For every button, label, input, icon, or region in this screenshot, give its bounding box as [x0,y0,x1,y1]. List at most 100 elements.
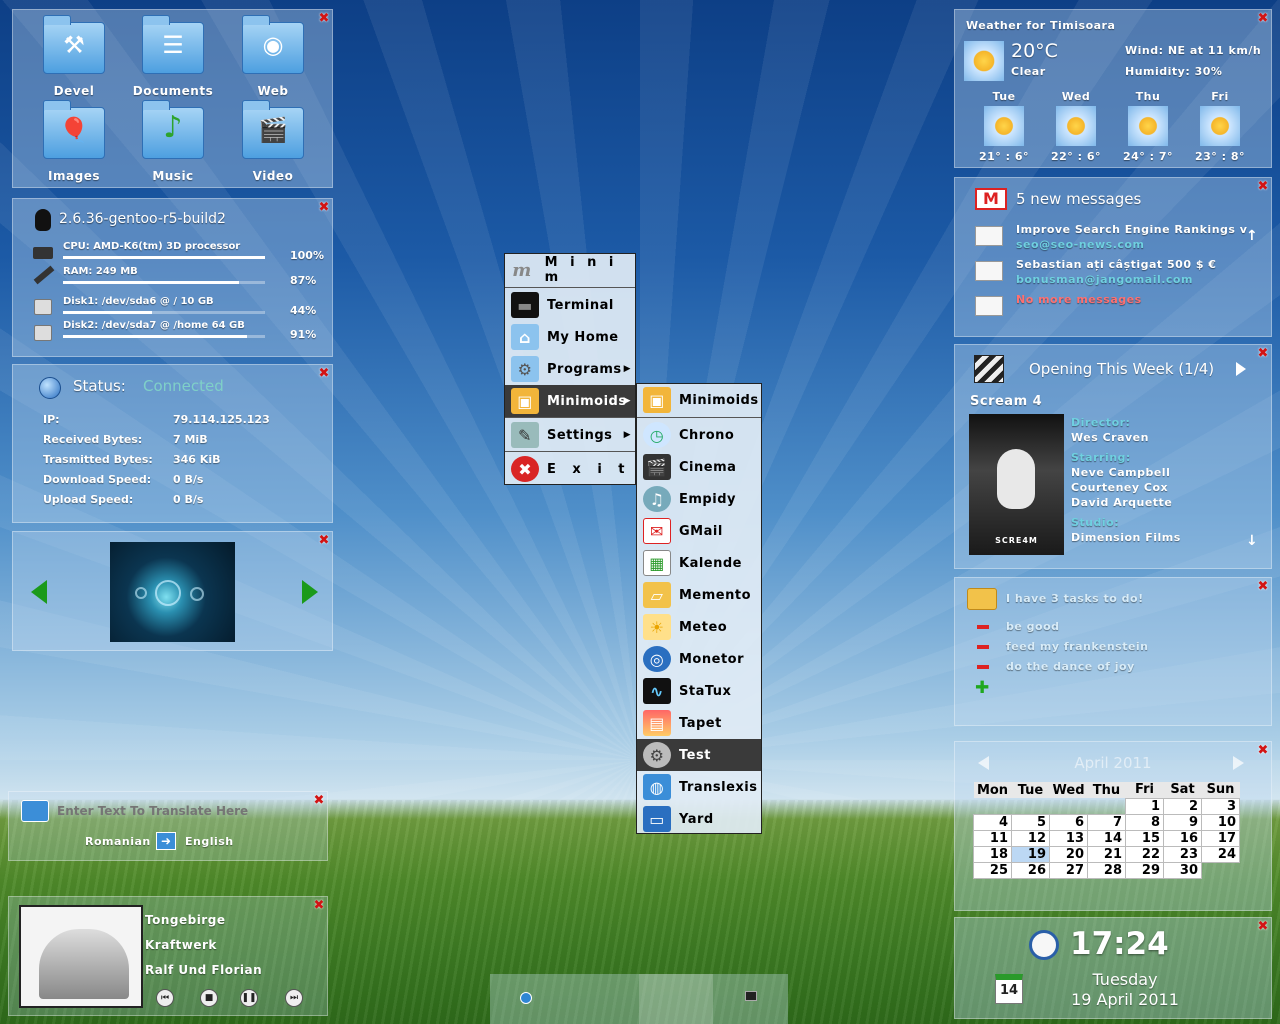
calendar-day[interactable]: 14 [1087,829,1126,847]
calendar-day[interactable]: 7 [1087,813,1126,831]
close-icon[interactable]: ✖ [313,794,325,807]
mail-sender[interactable]: bonusman@jangomail.com [1016,273,1193,286]
menu-item-terminal[interactable]: ▬ Terminal [505,289,635,321]
mail-sender[interactable]: seo@seo-news.com [1016,238,1144,251]
translate-input[interactable] [57,802,307,820]
calendar-day[interactable]: 30 [1163,861,1202,879]
calendar-day[interactable]: 15 [1125,829,1164,847]
close-icon[interactable]: ✖ [318,12,330,25]
menu-item-programs[interactable]: ⚙ Programs ▶ [505,353,635,385]
calendar-day[interactable]: 10 [1201,813,1240,831]
calendar-day[interactable]: 29 [1125,861,1164,879]
task-text[interactable]: do the dance of joy [1006,660,1135,673]
mail-subject[interactable]: Improve Search Engine Rankings v [1016,223,1247,236]
calendar-day[interactable]: 24 [1201,845,1240,863]
scroll-up-icon[interactable]: ↑ [1246,228,1258,244]
task-text[interactable]: be good [1006,620,1060,633]
swap-arrow-icon[interactable]: ➜ [156,832,176,850]
pause-icon[interactable]: ❚❚ [240,989,258,1007]
calendar-day[interactable]: 11 [973,829,1012,847]
calendar-day[interactable]: 16 [1163,829,1202,847]
minimoids-icon: ▣ [511,388,539,414]
folder-documents[interactable]: ☰ Documents [128,15,218,98]
calendar-day[interactable]: 2 [1163,797,1202,815]
submenu-item-gmail[interactable]: ✉ GMail [637,515,761,547]
next-movie-icon[interactable] [1236,362,1246,376]
remove-task-icon[interactable] [977,625,989,629]
menu-item-minimoids[interactable]: ▣ Minimoids ▶ [505,385,635,417]
calendar-day[interactable]: 27 [1049,861,1088,879]
submenu-item-cinema[interactable]: 🎬 Cinema [637,451,761,483]
calendar-day[interactable]: 1 [1125,797,1164,815]
submenu-item-chrono[interactable]: ◷ Chrono [637,419,761,451]
taskbar-terminal-icon[interactable] [745,991,757,1001]
calendar-day[interactable]: 22 [1125,845,1164,863]
calendar-day[interactable]: 18 [973,845,1012,863]
close-icon[interactable]: ✖ [318,534,330,547]
submenu-item-statux[interactable]: ∿ StaTux [637,675,761,707]
close-icon[interactable]: ✖ [1257,12,1269,25]
menu-item-settings[interactable]: ✎ Settings ▶ [505,419,635,451]
calendar-day[interactable]: 4 [973,813,1012,831]
submenu-item-tapet[interactable]: ▤ Tapet [637,707,761,739]
ram-icon [33,265,55,285]
calendar-body: 1 2 3 4 5 6 7 8 9 10 11 12 13 14 15 16 17 18 19 20 21 22 23 24 2… [973,797,1240,879]
menu-item-home[interactable]: ⌂ My Home [505,321,635,353]
submenu-item-test[interactable]: ⚙ Test [637,739,761,771]
calendar-day[interactable]: 28 [1087,861,1126,879]
submenu-item-empidy[interactable]: ♫ Empidy [637,483,761,515]
calendar-day[interactable]: 9 [1163,813,1202,831]
submenu-item-memento[interactable]: ▱ Memento [637,579,761,611]
calendar-day[interactable]: 26 [1011,861,1050,879]
monetor-icon: ◎ [643,646,671,672]
calendar-day[interactable]: 20 [1049,845,1088,863]
calendar-day[interactable]: 17 [1201,829,1240,847]
folder-web[interactable]: ◉ Web [228,15,318,98]
close-icon[interactable]: ✖ [1257,347,1269,360]
wallpaper-thumbnail[interactable] [110,542,235,642]
close-icon[interactable]: ✖ [318,201,330,214]
remove-task-icon[interactable] [977,645,989,649]
calendar-day[interactable]: 8 [1125,813,1164,831]
calendar-day[interactable]: 23 [1163,845,1202,863]
folder-video[interactable]: 🎬 Video [228,100,318,183]
remove-task-icon[interactable] [977,665,989,669]
submenu-item-kalende[interactable]: ▦ Kalende [637,547,761,579]
calendar-day[interactable]: 12 [1011,829,1050,847]
close-icon[interactable]: ✖ [318,367,330,380]
calendar-day[interactable]: 6 [1049,813,1088,831]
task-text[interactable]: feed my frankenstein [1006,640,1149,653]
close-icon[interactable]: ✖ [313,899,325,912]
add-task-icon[interactable]: ✚ [975,678,989,698]
calendar-day[interactable]: 25 [973,861,1012,879]
network-key: Trasmitted Bytes: [43,453,153,466]
submenu-item-meteo[interactable]: ☀ Meteo [637,611,761,643]
target-language[interactable]: English [185,835,234,848]
scroll-down-icon[interactable]: ↓ [1246,533,1258,549]
next-arrow-icon[interactable] [302,580,318,604]
taskbar-active-slot[interactable] [639,974,713,1024]
next-month-icon[interactable] [1233,756,1244,770]
mail-subject[interactable]: Sebastian ați câștigat 500 $ € [1016,258,1216,271]
close-icon[interactable]: ✖ [1257,920,1269,933]
folder-devel[interactable]: ⚒ Devel [29,15,119,98]
next-track-icon[interactable]: ⏭ [285,989,303,1007]
submenu-item-yard[interactable]: ▭ Yard [637,803,761,835]
calendar-day[interactable]: 19 [1011,845,1050,863]
previous-arrow-icon[interactable] [31,580,47,604]
menu-item-exit[interactable]: ✖ E x i t [505,453,635,485]
submenu-item-monetor[interactable]: ◎ Monetor [637,643,761,675]
submenu-item-translexis[interactable]: ◍ Translexis [637,771,761,803]
taskbar-globe-icon[interactable] [520,992,532,1004]
close-icon[interactable]: ✖ [1257,180,1269,193]
close-icon[interactable]: ✖ [1257,580,1269,593]
source-language[interactable]: Romanian [85,835,151,848]
calendar-day[interactable]: 21 [1087,845,1126,863]
calendar-day[interactable]: 5 [1011,813,1050,831]
calendar-day[interactable]: 3 [1201,797,1240,815]
previous-track-icon[interactable]: ⏮ [156,989,174,1007]
calendar-day[interactable]: 13 [1049,829,1088,847]
folder-music[interactable]: ♪ Music [128,100,218,183]
folder-images[interactable]: 🎈 Images [29,100,119,183]
stop-icon[interactable]: ■ [200,989,218,1007]
